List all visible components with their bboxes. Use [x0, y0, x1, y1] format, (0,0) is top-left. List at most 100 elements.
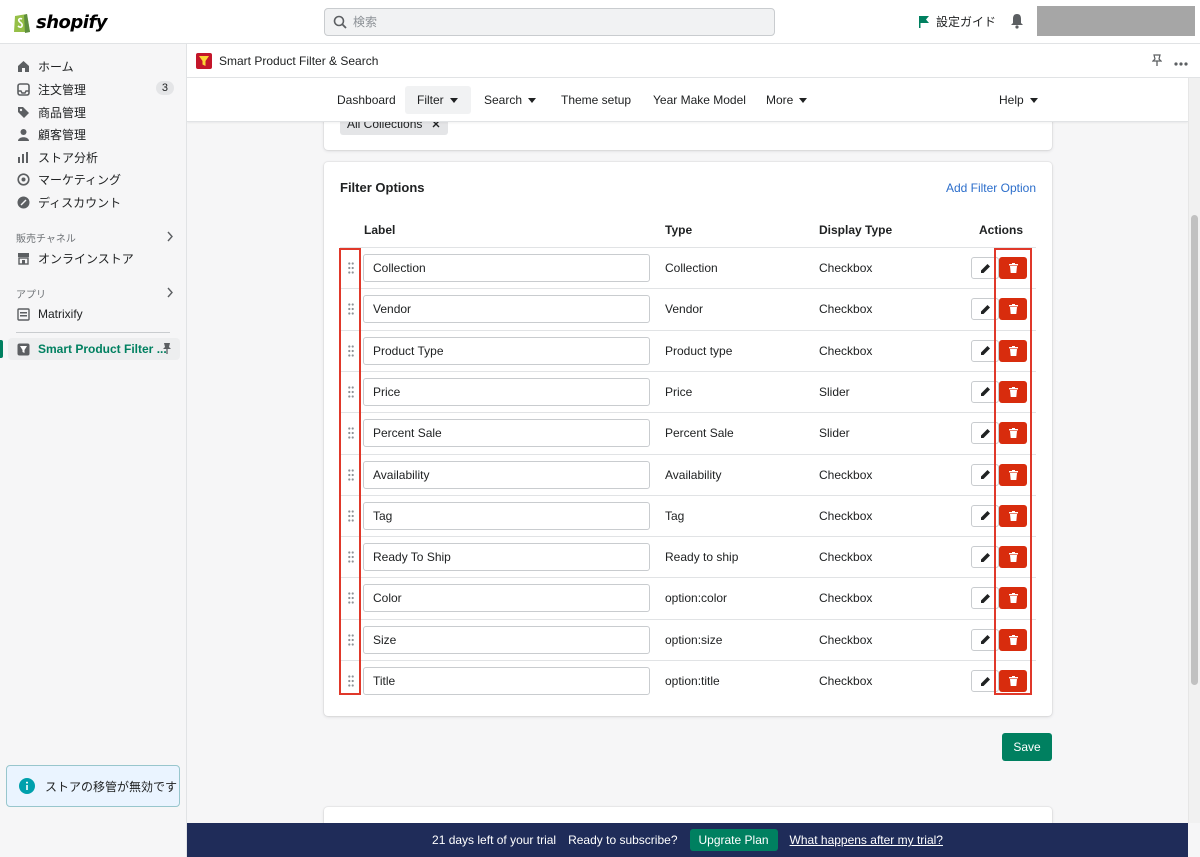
chevron-right-icon[interactable]	[166, 231, 174, 245]
delete-button[interactable]	[999, 670, 1027, 692]
edit-button[interactable]	[971, 463, 999, 486]
drag-handle-icon[interactable]	[348, 303, 354, 315]
caret-down-icon	[528, 97, 537, 103]
drag-handle-icon[interactable]	[348, 344, 354, 357]
tab-more[interactable]: More	[754, 86, 819, 114]
sidebar-item-label: マーケティング	[38, 172, 122, 187]
delete-button[interactable]	[999, 463, 1027, 486]
drag-handle-icon[interactable]	[348, 675, 354, 687]
pencil-icon	[980, 676, 991, 687]
sidebar-item-online-store[interactable]: オンラインストア	[8, 247, 180, 269]
sidebar-item-customers[interactable]: 顧客管理	[8, 123, 180, 145]
drag-handle-icon[interactable]	[348, 262, 354, 274]
tab-help[interactable]: Help	[987, 86, 1050, 114]
delete-button[interactable]	[999, 298, 1027, 321]
delete-button[interactable]	[999, 587, 1027, 610]
card-title: Filter Options	[340, 180, 425, 195]
sidebar-item-discounts[interactable]: ディスカウント	[8, 191, 180, 213]
sidebar-item-smart-product-filter[interactable]: Smart Product Filter ...	[8, 338, 180, 360]
filter-label-input[interactable]	[363, 543, 650, 572]
pencil-icon	[980, 469, 991, 480]
tab-filter[interactable]: Filter	[405, 86, 471, 114]
table-row: Collection Checkbox	[340, 247, 1036, 288]
shopify-bag-icon	[14, 14, 30, 33]
edit-button[interactable]	[971, 587, 999, 610]
delete-button[interactable]	[999, 380, 1027, 403]
tab-search[interactable]: Search	[472, 86, 548, 114]
filter-type-cell: Product type	[665, 343, 733, 358]
sidebar-item-products[interactable]: 商品管理	[8, 101, 180, 123]
drag-handle-icon[interactable]	[348, 592, 354, 604]
filter-label-input[interactable]	[363, 625, 650, 654]
pencil-icon	[980, 304, 991, 315]
sidebar-item-home[interactable]: ホーム	[8, 55, 180, 77]
pin-icon[interactable]	[162, 342, 172, 358]
sidebar-item-matrixify[interactable]: Matrixify	[8, 303, 180, 325]
sidebar-item-marketing[interactable]: マーケティング	[8, 168, 180, 190]
store-transfer-notice[interactable]: ストアの移管が無効です	[6, 765, 180, 807]
scrollbar[interactable]	[1188, 78, 1200, 823]
delete-button[interactable]	[999, 546, 1027, 569]
search-input[interactable]	[353, 15, 753, 29]
save-button[interactable]: Save	[1002, 733, 1052, 761]
more-options-icon[interactable]	[1174, 55, 1188, 69]
drag-handle-icon[interactable]	[348, 468, 354, 481]
trash-icon	[1008, 634, 1018, 645]
drag-handle-icon[interactable]	[348, 634, 354, 646]
filter-label-input[interactable]	[363, 295, 650, 324]
sidebar-item-orders[interactable]: 注文管理 3	[8, 78, 180, 100]
filter-label-input[interactable]	[363, 584, 650, 613]
edit-button[interactable]	[971, 670, 999, 692]
filter-label-input[interactable]	[363, 460, 650, 489]
filter-label-input[interactable]	[363, 667, 650, 695]
sales-channels-label: 販売チャネル	[16, 234, 76, 245]
edit-button[interactable]	[971, 257, 999, 279]
tab-theme-setup[interactable]: Theme setup	[549, 86, 643, 114]
drag-handle-icon[interactable]	[348, 551, 354, 563]
tab-year-make-model[interactable]: Year Make Model	[641, 86, 758, 114]
pin-icon[interactable]	[1151, 54, 1163, 70]
account-menu[interactable]	[1037, 6, 1195, 36]
add-filter-option-link[interactable]: Add Filter Option	[946, 181, 1036, 195]
sidebar: ホーム 注文管理 3 商品管理 顧客管理 ストア分析 マーケティング ディスカウ…	[0, 44, 187, 857]
edit-button[interactable]	[971, 298, 999, 321]
edit-button[interactable]	[971, 546, 999, 569]
tab-dashboard[interactable]: Dashboard	[325, 86, 408, 114]
filter-label-input[interactable]	[363, 501, 650, 530]
trash-icon	[1008, 304, 1018, 315]
search-bar[interactable]	[324, 8, 775, 36]
drag-handle-icon[interactable]	[348, 427, 354, 439]
bell-icon[interactable]	[1010, 13, 1024, 32]
delete-button[interactable]	[999, 422, 1027, 445]
delete-button[interactable]	[999, 339, 1027, 362]
sales-channels-heading[interactable]: 販売チャネル	[16, 230, 174, 245]
shopify-logo[interactable]: shopify	[12, 10, 108, 34]
drag-handle-icon[interactable]	[348, 510, 354, 522]
upgrade-plan-button[interactable]: Upgrate Plan	[689, 829, 778, 851]
sidebar-item-label: オンラインストア	[38, 251, 134, 266]
edit-button[interactable]	[971, 339, 999, 362]
filter-label-input[interactable]	[363, 254, 650, 282]
delete-button[interactable]	[999, 628, 1027, 651]
setup-guide-button[interactable]: 設定ガイド	[918, 13, 996, 30]
trash-icon	[1008, 428, 1018, 439]
scrollbar-thumb[interactable]	[1191, 215, 1198, 685]
filter-label-input[interactable]	[363, 377, 650, 406]
edit-button[interactable]	[971, 422, 999, 445]
chevron-right-icon[interactable]	[166, 287, 174, 301]
delete-button[interactable]	[999, 257, 1027, 279]
filter-label-input[interactable]	[363, 336, 650, 365]
apps-heading[interactable]: アプリ	[16, 286, 174, 301]
edit-button[interactable]	[971, 504, 999, 527]
trial-info-link[interactable]: What happens after my trial?	[790, 833, 943, 847]
drag-handle-icon[interactable]	[348, 386, 354, 398]
filter-label-input[interactable]	[363, 419, 650, 448]
sidebar-divider	[16, 332, 170, 333]
edit-button[interactable]	[971, 380, 999, 403]
edit-button[interactable]	[971, 628, 999, 651]
filter-type-cell: option:color	[665, 591, 728, 606]
sidebar-item-analytics[interactable]: ストア分析	[8, 146, 180, 168]
orders-icon	[16, 82, 30, 96]
active-indicator	[0, 340, 3, 358]
delete-button[interactable]	[999, 504, 1027, 527]
